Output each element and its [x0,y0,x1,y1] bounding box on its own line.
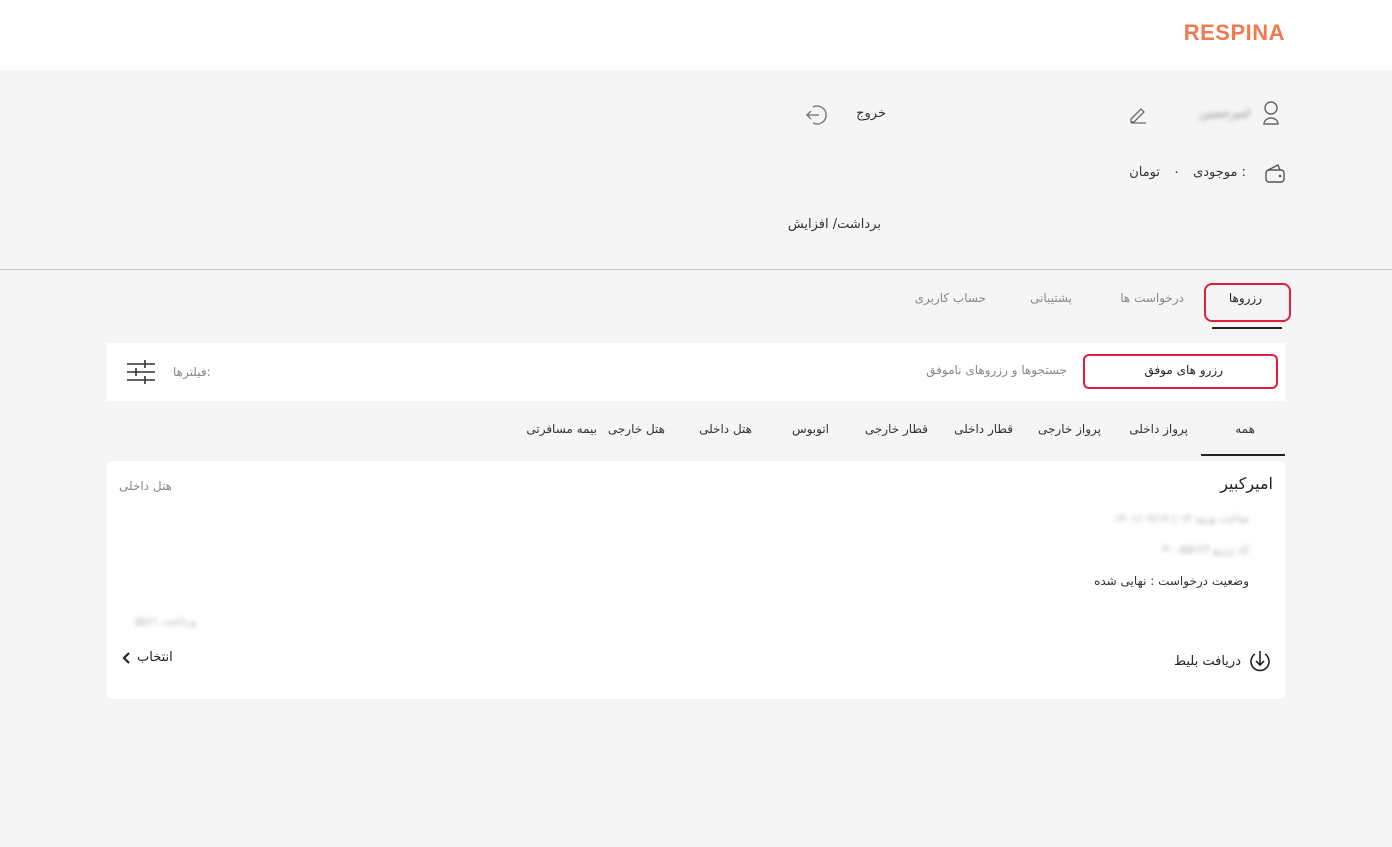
category-travel-insurance[interactable]: بیمه مسافرتی [526,422,597,436]
booking-code: کد رزرو ۳۰۰۵۵۲۶۳ [1162,543,1249,556]
balance-value: ۰ [1173,165,1180,180]
edit-icon[interactable] [1128,104,1148,124]
user-icon [1262,100,1280,126]
category-international-train[interactable]: قطار خارجی [865,422,928,436]
select-button[interactable]: انتخاب [137,650,173,665]
download-icon[interactable] [1249,650,1271,674]
filter-bar: رزرو های موفق جستجوها و رزروهای ناموفق ف… [107,343,1285,401]
category-international-hotel[interactable]: هتل خارجی [608,422,665,436]
filter-sliders-icon[interactable] [127,359,155,385]
category-bus[interactable]: اتوبوس [792,422,829,436]
top-bar: RESPINA [0,0,1392,70]
category-domestic-flight[interactable]: پرواز داخلی [1129,422,1188,436]
profile-section: امیرحسین خروج موجودی : ۰ تومان برداشت/ ا… [0,70,1392,270]
filters-label[interactable]: فیلترها: [173,365,211,379]
booking-date: ۱۴۰۱/۰۹/۱۷ | ساعت ورود ۱۴ [1114,512,1249,525]
tab-account[interactable]: حساب کاربری [915,291,986,305]
tab-active-underline [1212,327,1282,329]
subtab-failed[interactable]: جستجوها و رزروهای ناموفق [926,363,1067,377]
category-domestic-hotel[interactable]: هتل داخلی [699,422,752,436]
logout-label[interactable]: خروج [856,106,886,121]
respina-logo[interactable]: RESPINA [1184,20,1285,46]
logout-icon[interactable] [804,102,830,128]
booking-status: وضعیت درخواست : نهایی شده [1094,574,1249,588]
booking-price: ۵۵۶۱ پرداخت [135,615,197,628]
category-all[interactable]: همه [1235,422,1255,436]
category-tabs: همه پرواز داخلی پرواز خارجی قطار داخلی ق… [107,406,1285,458]
booking-title: امیرکبیر [1220,474,1273,493]
subtab-successful[interactable]: رزرو های موفق [1144,363,1223,377]
tab-requests[interactable]: درخواست ها [1120,291,1184,305]
category-international-flight[interactable]: پرواز خارجی [1038,422,1101,436]
category-domestic-train[interactable]: قطار داخلی [954,422,1013,436]
download-ticket-button[interactable]: دریافت بلیط [1174,654,1241,669]
wallet-icon [1264,162,1286,184]
withdraw-link[interactable]: برداشت/ افزایش [788,217,881,232]
tab-reservations[interactable]: رزروها [1229,291,1262,305]
booking-card: امیرکبیر هتل داخلی ۱۴۰۱/۰۹/۱۷ | ساعت ورو… [107,461,1285,699]
chevron-left-icon[interactable] [121,651,131,665]
balance-unit: تومان [1129,165,1160,180]
username: امیرحسین [1199,106,1250,120]
booking-type: هتل داخلی [119,479,172,493]
balance-label: موجودی : [1193,165,1246,180]
tab-support[interactable]: پشتیبانی [1030,291,1072,305]
category-active-underline [1201,454,1285,456]
